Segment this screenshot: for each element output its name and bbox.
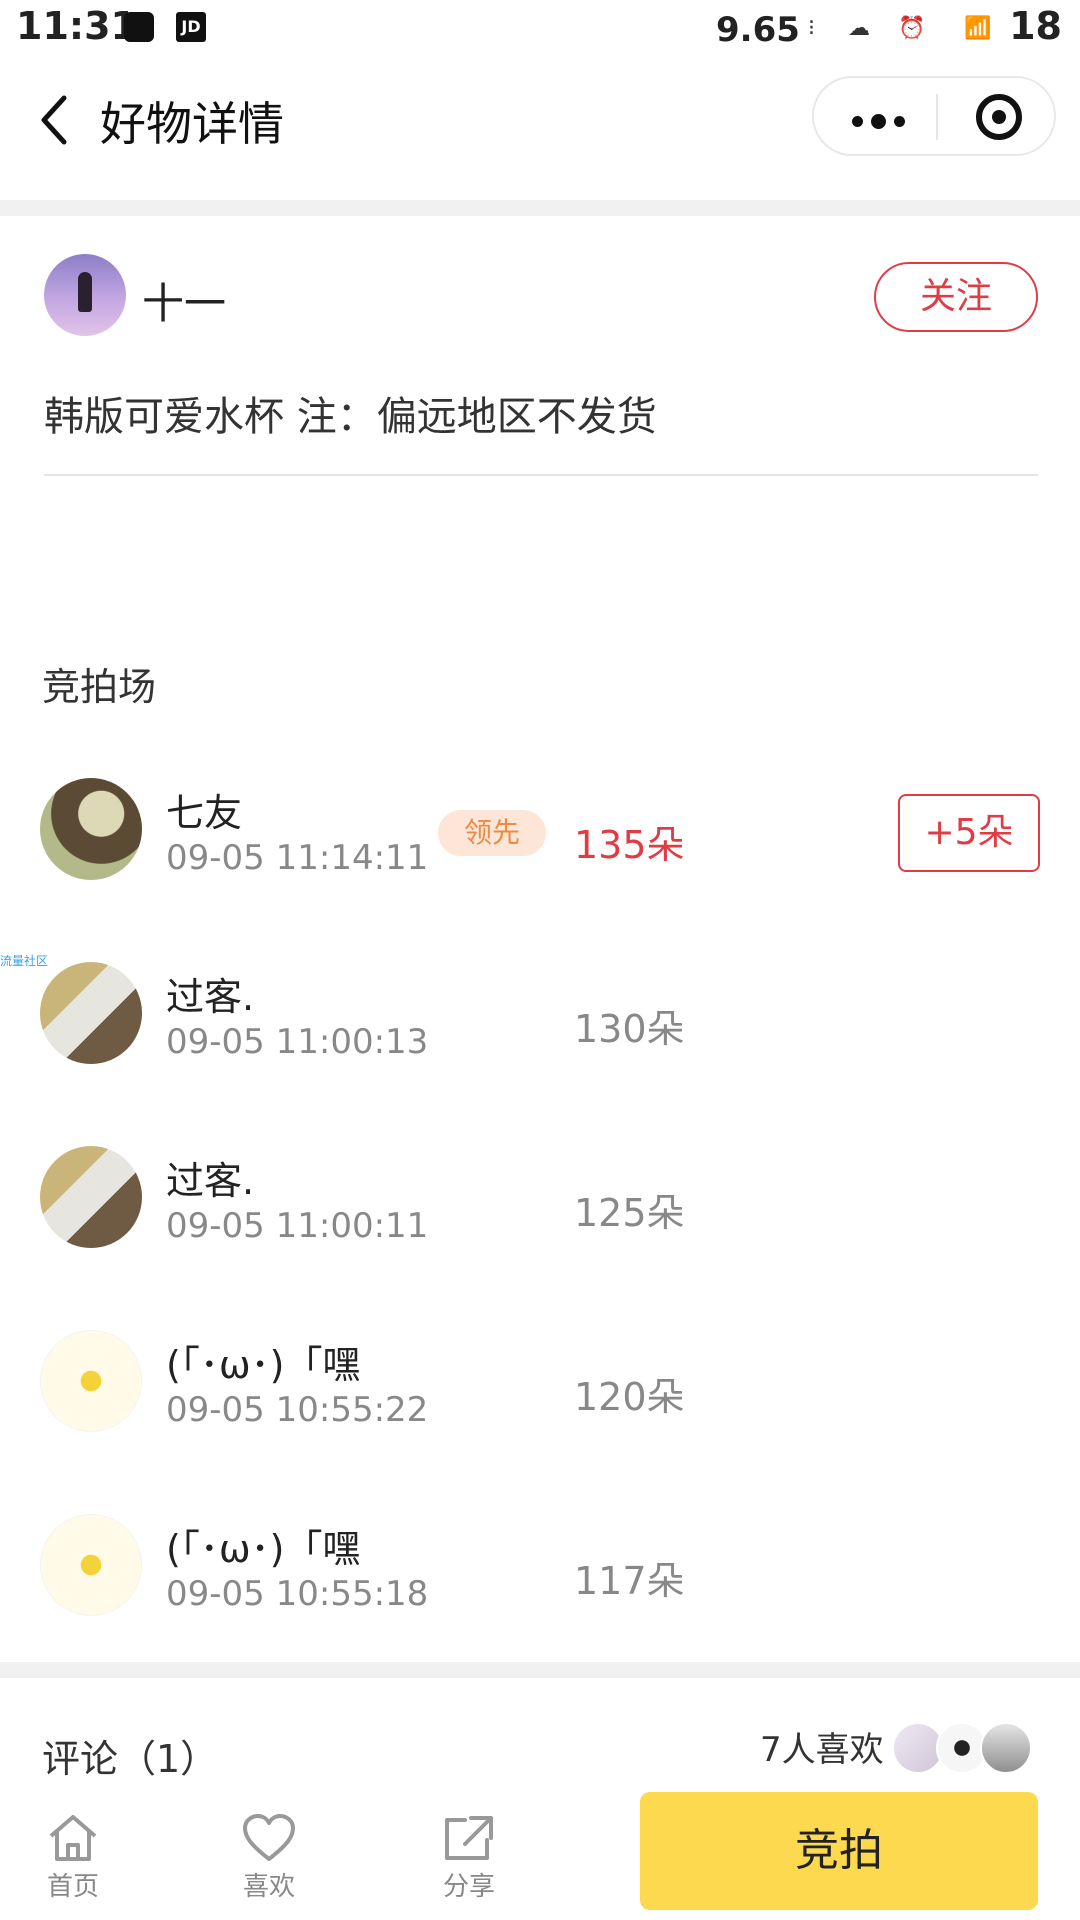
tab-share[interactable]: 分享	[414, 1812, 524, 1903]
auction-section-title: 竞拍场	[42, 665, 157, 709]
status-bar: 11:31 JD 9.65 ⁝ ☁ ⏰ 📶 18	[0, 0, 1080, 58]
bidder-avatar[interactable]	[40, 1146, 142, 1248]
bid-button[interactable]: 竞拍	[640, 1792, 1038, 1910]
comments-title[interactable]: 评论（1）	[42, 1728, 218, 1783]
bid-amount: 130朵	[574, 1007, 685, 1051]
tab-share-label: 分享	[442, 1872, 495, 1902]
bidder-name: 过客.	[166, 975, 255, 1019]
tab-like[interactable]: 喜欢	[214, 1812, 324, 1903]
share-icon	[445, 1816, 493, 1860]
nav-header: 好物详情	[0, 58, 1080, 200]
home-icon	[49, 1815, 97, 1861]
heart-icon	[243, 1814, 295, 1861]
bidder-name: 七友	[166, 791, 243, 835]
speed-unit-icon: ⁝	[808, 16, 815, 41]
bidder-name: (「･ω･)「嘿	[166, 1527, 361, 1571]
bid-time: 09-05 11:00:11	[166, 1206, 429, 1246]
likes-count[interactable]: 7人喜欢	[760, 1722, 884, 1771]
post-description: 韩版可爱水杯 注：偏远地区不发货	[44, 394, 657, 440]
bidder-avatar[interactable]	[40, 1514, 142, 1616]
bid-row: 过客. 09-05 11:00:11 125朵	[0, 1140, 1080, 1290]
bid-amount: 125朵	[574, 1191, 685, 1235]
network-speed: 9.65	[716, 10, 800, 50]
qq-icon	[124, 12, 154, 42]
author-avatar[interactable]	[44, 254, 126, 336]
author-name[interactable]: 十一	[142, 270, 226, 331]
bid-row: 过客. 09-05 11:00:13 130朵	[0, 956, 1080, 1106]
section-separator	[0, 200, 1080, 216]
bidder-avatar[interactable]	[40, 778, 142, 880]
battery-level: 18	[1009, 4, 1062, 48]
bid-row: (「･ω･)「嘿 09-05 10:55:18 117朵	[0, 1508, 1080, 1658]
bid-time: 09-05 11:14:11	[166, 838, 429, 878]
cloud-icon: ☁	[848, 16, 870, 41]
section-separator	[0, 1662, 1080, 1678]
back-arrow-icon[interactable]	[36, 94, 72, 146]
bid-time: 09-05 10:55:22	[166, 1390, 429, 1430]
status-time: 11:31	[16, 4, 137, 48]
bid-row: 七友 09-05 11:14:11 领先 135朵 +5朵	[0, 772, 1080, 922]
jd-icon: JD	[176, 12, 206, 42]
close-target-icon[interactable]	[976, 94, 1022, 140]
lead-badge: 领先	[438, 810, 546, 856]
bidder-avatar[interactable]	[40, 1330, 142, 1432]
bidder-name: 过客.	[166, 1159, 255, 1203]
alarm-icon: ⏰	[898, 16, 926, 41]
raise-bid-button[interactable]: +5朵	[898, 794, 1040, 872]
liker-avatar[interactable]	[980, 1722, 1032, 1774]
page-title: 好物详情	[100, 97, 284, 151]
tab-home[interactable]: 首页	[18, 1812, 128, 1903]
signal-icon: 📶	[964, 16, 992, 41]
bidder-avatar[interactable]	[40, 962, 142, 1064]
bid-amount: 120朵	[574, 1375, 685, 1419]
bid-amount: 117朵	[574, 1559, 685, 1603]
bidder-name: (「･ω･)「嘿	[166, 1343, 361, 1387]
follow-button[interactable]: 关注	[874, 262, 1038, 332]
capsule-divider	[936, 94, 938, 140]
bid-time: 09-05 11:00:13	[166, 1022, 429, 1062]
more-icon[interactable]	[852, 112, 913, 131]
tab-home-label: 首页	[46, 1872, 99, 1902]
bottom-tab-bar: 首页 喜欢 分享 竞拍	[0, 1790, 1080, 1920]
divider	[44, 474, 1038, 476]
bid-amount: 135朵	[574, 823, 685, 867]
bid-row: (「･ω･)「嘿 09-05 10:55:22 120朵	[0, 1324, 1080, 1474]
bid-time: 09-05 10:55:18	[166, 1574, 429, 1614]
mini-program-capsule	[812, 76, 1056, 156]
tab-like-label: 喜欢	[242, 1872, 295, 1902]
